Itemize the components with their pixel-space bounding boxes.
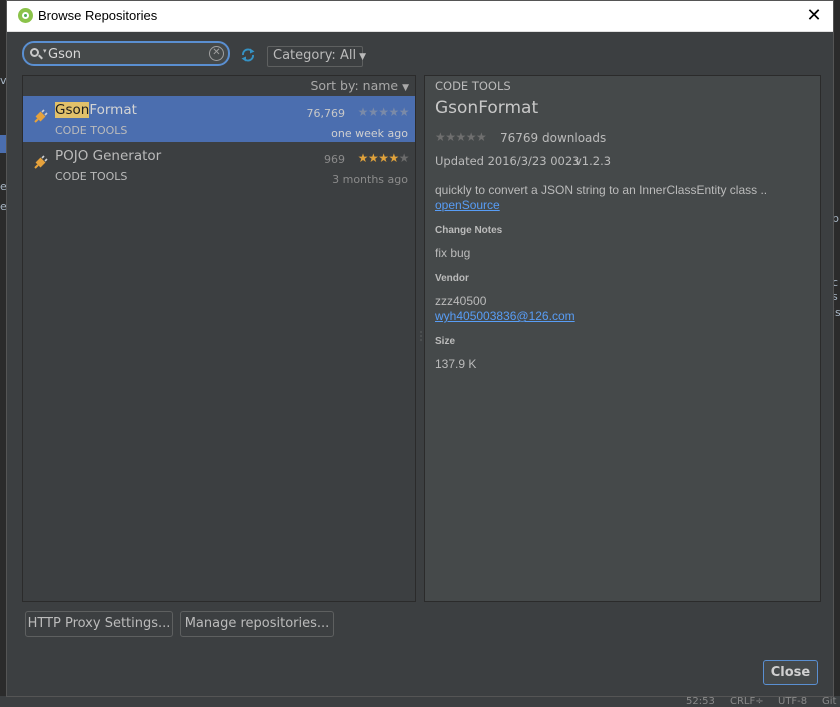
browse-repositories-dialog: Browse Repositories ✕ ▾ ✕ Category: All▼… [6,0,834,697]
chevron-down-icon: ▼ [359,52,366,62]
change-notes-heading: Change Notes [435,225,503,236]
star-filled-icon: ★ [378,151,389,165]
http-proxy-settings-button[interactable]: HTTP Proxy Settings... [25,611,173,637]
plugin-list-item-gsonformat[interactable]: GsonFormat CODE TOOLS 76,769 ★★★★★ one w… [23,96,415,142]
open-source-link[interactable]: openSource [435,198,500,212]
search-icon[interactable]: ▾ [29,46,47,62]
plugin-downloads: 969 [324,153,345,166]
manage-repositories-button[interactable]: Manage repositories... [180,611,334,637]
star-empty-icon: ★ [367,105,379,119]
vendor-name: zzz40500 [435,294,487,308]
status-caret-position: 52:53 [686,696,715,707]
detail-category: CODE TOOLS [435,79,511,93]
detail-updated: Updated 2016/3/23 0023 [435,154,580,168]
plugin-downloads: 76,769 [306,107,346,120]
vendor-heading: Vendor [435,273,469,284]
star-filled-icon: ★ [388,151,399,165]
sort-dropdown[interactable]: Sort by: name ▼ [23,76,415,96]
plugin-icon [34,155,48,169]
plugin-list-item-pojo-generator[interactable]: POJO Generator CODE TOOLS 969 ★★★★★ 3 mo… [23,142,415,188]
search-field[interactable]: ▾ ✕ [22,41,230,66]
star-filled-icon: ★ [357,151,369,165]
plugin-name: GsonFormat [55,102,137,118]
status-line-separator: CRLF÷ [730,696,764,707]
star-empty-icon: ★ [388,105,399,119]
plugin-details-panel: CODE TOOLS GsonFormat ★★★★★ 76769 downlo… [424,75,821,602]
plugin-rating: ★★★★★ [357,105,410,119]
plugin-icon [34,109,48,123]
search-input[interactable] [48,45,198,63]
star-empty-icon: ★ [378,105,389,119]
plugin-size: 137.9 K [435,357,477,371]
refresh-icon[interactable] [240,47,256,63]
close-window-icon[interactable]: ✕ [805,6,823,26]
category-dropdown[interactable]: Category: All ▼ [267,46,366,67]
search-match-highlight: Gson [55,102,90,118]
size-heading: Size [435,336,456,347]
change-notes-text: fix bug [435,246,471,260]
plugin-name: POJO Generator [55,148,162,164]
plugin-updated: one week ago [331,127,408,140]
close-button[interactable]: Close [763,660,818,685]
star-filled-icon: ★ [367,151,379,165]
plugin-rating: ★★★★★ [357,151,410,165]
star-empty-icon: ★ [357,105,369,119]
plugin-category: CODE TOOLS [55,170,128,183]
status-encoding: UTF-8 [778,696,808,707]
detail-downloads: 76769 downloads [500,131,607,145]
plugin-category: CODE TOOLS [55,124,128,137]
detail-rating-stars: ★★★★★ [435,130,487,144]
clear-search-icon[interactable]: ✕ [209,46,224,61]
detail-description: quickly to convert a JSON string to an I… [435,183,768,197]
vendor-email-link[interactable]: wyh405003836@126.com [435,309,575,323]
plugin-list[interactable]: Sort by: name ▼ GsonFormat CODE TOOLS 76… [22,75,416,602]
chevron-down-icon: ▼ [402,83,409,93]
panel-splitter[interactable]: · · · [419,329,423,345]
status-vcs: Git [822,696,837,707]
plugin-updated: 3 months ago [332,173,408,186]
sort-label: Sort by: name [310,78,399,93]
category-label: Category: All [273,48,357,63]
title-bar[interactable]: Browse Repositories ✕ [7,1,833,32]
star-empty-icon: ★ [398,151,410,165]
detail-version: v1.2.3 [575,154,612,168]
detail-plugin-name: GsonFormat [435,98,539,118]
window-title: Browse Repositories [38,8,158,23]
star-empty-icon: ★ [398,105,410,119]
android-studio-icon [18,8,33,23]
